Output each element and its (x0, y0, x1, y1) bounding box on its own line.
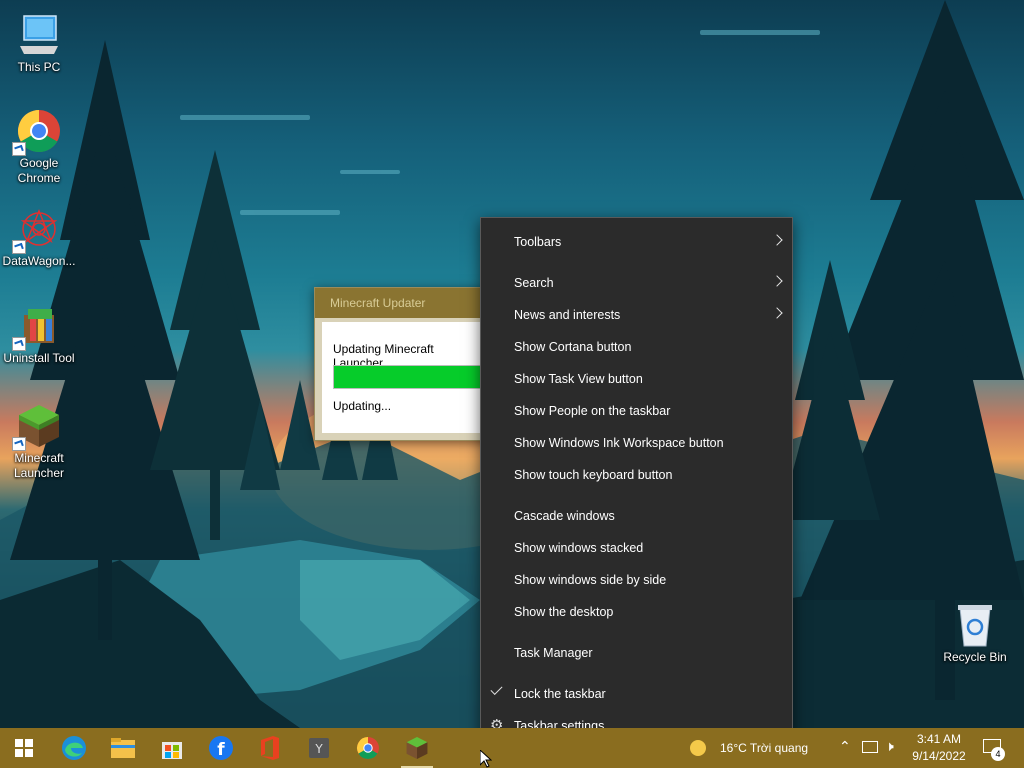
edge-icon (62, 736, 86, 760)
menu-item-task-manager[interactable]: Task Manager (481, 638, 792, 668)
taskbar-yandex-button[interactable]: Y (295, 728, 343, 768)
menu-item-show-touch-keyboard[interactable]: Show touch keyboard button (481, 460, 792, 490)
clock[interactable]: 3:41 AM 9/14/2022 (904, 731, 974, 765)
desktop-icon-uninstall-tool[interactable]: Uninstall Tool (1, 303, 77, 366)
menu-item-show-windows-stacked[interactable]: Show windows stacked (481, 533, 792, 563)
clock-time: 3:41 AM (916, 732, 962, 746)
uninstall-tool-icon (12, 303, 62, 351)
menu-item-cascade-windows[interactable]: Cascade windows (481, 501, 792, 531)
checkmark-icon (490, 682, 503, 696)
desktop-icon-minecraft-launcher[interactable]: Minecraft Launcher (1, 403, 77, 481)
taskbar-office-button[interactable] (246, 728, 294, 768)
menu-item-show-windows-ink[interactable]: Show Windows Ink Workspace button (481, 428, 792, 458)
weather-text[interactable]: 16°C Trời quang (720, 741, 808, 755)
datawagon-icon (12, 206, 62, 254)
facebook-icon: f (209, 736, 233, 760)
menu-item-show-people[interactable]: Show People on the taskbar (481, 396, 792, 426)
chevron-right-icon (771, 307, 783, 319)
chrome-icon (12, 108, 62, 156)
chevron-right-icon (771, 275, 783, 287)
office-icon (261, 736, 279, 760)
recycle-bin-icon (952, 602, 998, 648)
menu-item-show-the-desktop[interactable]: Show the desktop (481, 597, 792, 627)
shortcut-arrow-icon (12, 142, 26, 156)
updater-body: Updating Minecraft Launcher... Updating.… (322, 322, 495, 433)
network-icon[interactable] (862, 741, 878, 753)
volume-icon[interactable]: 🕨 (885, 738, 894, 755)
start-button[interactable] (0, 728, 48, 768)
updater-progress-bar (333, 365, 495, 389)
desktop-icon-datawagon[interactable]: DataWagon... (1, 206, 77, 269)
menu-item-news-and-interests[interactable]: News and interests (481, 300, 792, 330)
file-explorer-icon (111, 738, 135, 758)
updater-progress-fill (334, 366, 495, 388)
updater-title[interactable]: Minecraft Updater (315, 288, 495, 318)
shortcut-arrow-icon (12, 240, 26, 254)
mouse-cursor-icon (480, 750, 492, 768)
desktop-icon-this-pc[interactable]: This PC (1, 12, 77, 75)
yandex-icon: Y (309, 738, 329, 758)
minecraft-icon (12, 403, 62, 451)
weather-icon[interactable] (690, 740, 706, 756)
taskbar-chrome-button[interactable] (344, 728, 392, 768)
minecraft-icon (406, 737, 428, 759)
svg-text:Y: Y (314, 742, 323, 756)
desktop-icon-google-chrome[interactable]: Google Chrome (1, 108, 77, 186)
menu-item-show-task-view-button[interactable]: Show Task View button (481, 364, 792, 394)
chrome-icon (357, 737, 379, 759)
menu-item-lock-the-taskbar[interactable]: Lock the taskbar (481, 679, 792, 709)
windows-start-icon (15, 739, 33, 757)
chevron-right-icon (771, 234, 783, 246)
notification-badge: 4 (991, 747, 1005, 761)
taskbar-edge-button[interactable] (50, 728, 98, 768)
taskbar-minecraft-button[interactable] (393, 728, 441, 768)
menu-item-show-windows-side-by-side[interactable]: Show windows side by side (481, 565, 792, 595)
shortcut-arrow-icon (12, 437, 26, 451)
taskbar-store-button[interactable] (148, 728, 196, 768)
taskbar-facebook-button[interactable]: f (197, 728, 245, 768)
chevron-up-icon[interactable]: ⌃ (839, 738, 851, 755)
minecraft-updater-window[interactable]: Minecraft Updater Updating Minecraft Lau… (314, 287, 496, 441)
store-icon (162, 742, 182, 759)
taskbar: f Y 16°C Trời quang ⌃ 🕨 3:41 AM 9/14/202… (0, 728, 1024, 768)
menu-item-show-cortana-button[interactable]: Show Cortana button (481, 332, 792, 362)
menu-item-toolbars[interactable]: Toolbars (481, 227, 792, 257)
desktop-icon-recycle-bin[interactable]: Recycle Bin (937, 602, 1013, 665)
taskbar-context-menu: Toolbars Search News and interests Show … (480, 217, 793, 751)
menu-item-search[interactable]: Search (481, 268, 792, 298)
updater-status: Updating... (333, 399, 392, 413)
this-pc-icon (16, 12, 62, 58)
shortcut-arrow-icon (12, 337, 26, 351)
clock-date: 9/14/2022 (912, 749, 966, 763)
svg-text:f: f (217, 740, 225, 760)
taskbar-file-explorer-button[interactable] (99, 728, 147, 768)
